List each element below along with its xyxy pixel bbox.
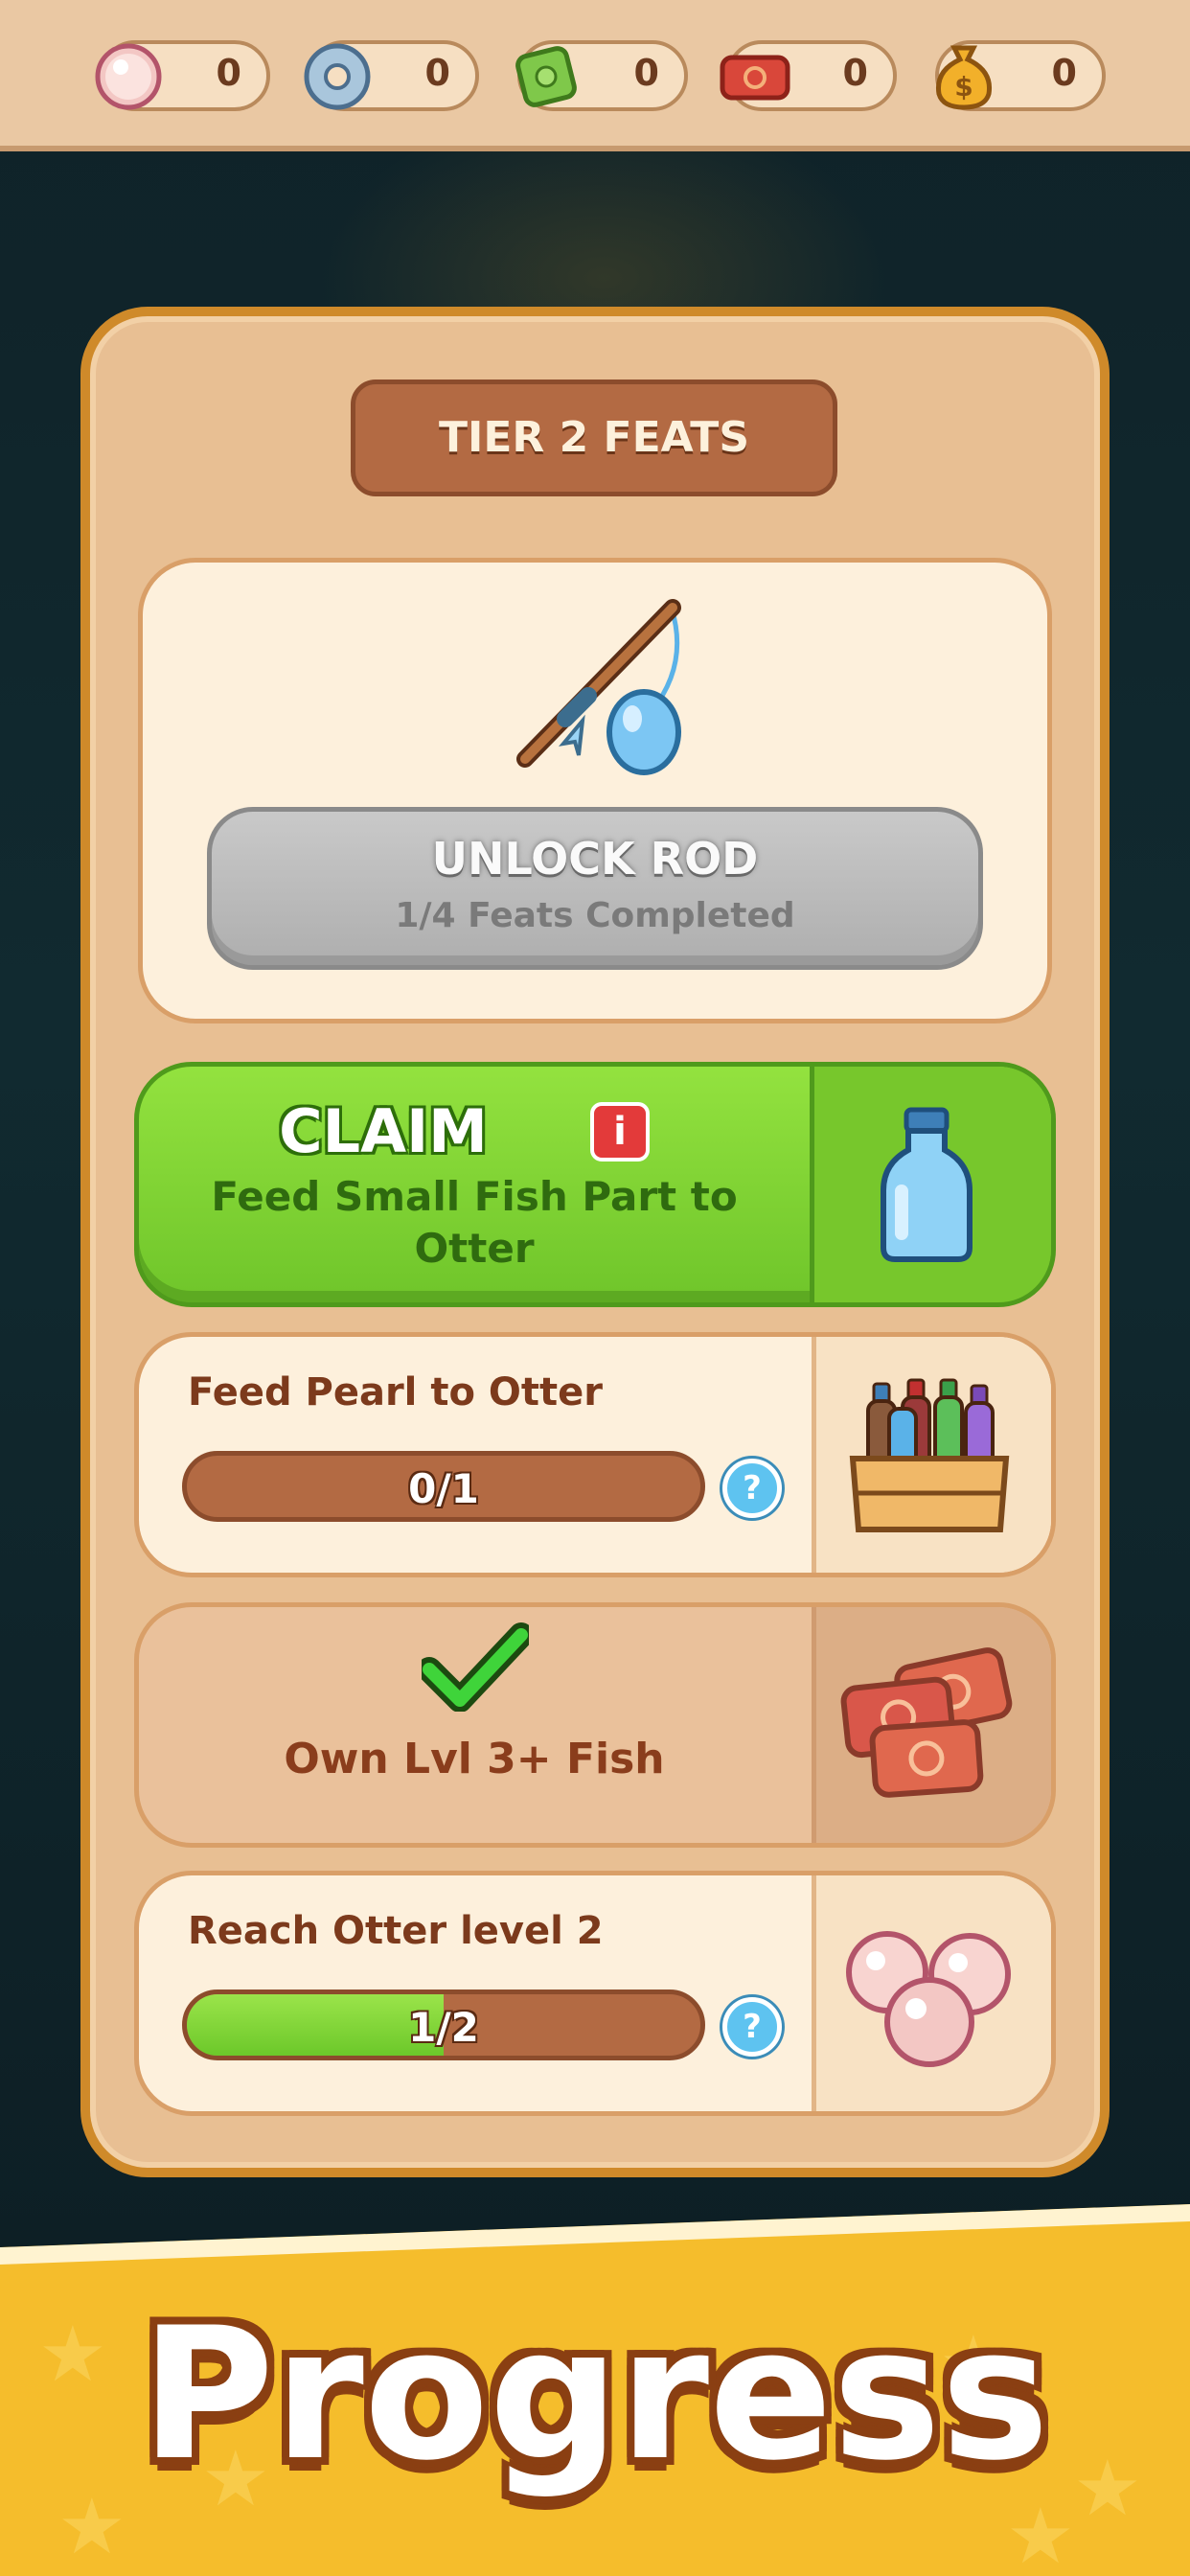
footer-title: Progress — [140, 2288, 1050, 2500]
currency-value: 0 — [216, 52, 241, 94]
checkmark-icon — [422, 1622, 529, 1712]
feat-title: Feed Pearl to Otter — [188, 1370, 603, 1414]
currency-value: 0 — [424, 52, 450, 94]
currency-bar: 0 0 0 0 $ 0 — [0, 0, 1190, 151]
water-bottle-icon — [881, 1107, 973, 1262]
currency-value: 0 — [842, 52, 868, 94]
tickets-icon — [840, 1647, 1013, 1798]
feat-title: Reach Otter level 2 — [188, 1909, 604, 1953]
ring-icon — [304, 43, 371, 110]
svg-text:$: $ — [954, 71, 973, 103]
feat-title: Own Lvl 3+ Fish — [284, 1735, 665, 1783]
pearls-icon — [846, 1931, 1011, 2067]
feats-completed-count: 1/4 Feats Completed — [395, 896, 795, 935]
green-gem-icon — [515, 46, 577, 107]
currency-value: 0 — [633, 52, 659, 94]
currency-pearl[interactable]: 0 — [95, 40, 270, 111]
bottle-crate-icon — [849, 1378, 1010, 1532]
pearl-icon — [95, 43, 162, 110]
fishing-rod-icon — [516, 599, 681, 775]
progress-label: 0/1 — [408, 1465, 479, 1512]
progress-label: 1/2 — [408, 2004, 479, 2051]
currency-value: 0 — [1051, 52, 1077, 94]
info-icon[interactable]: i — [590, 1102, 650, 1162]
unlock-rod-label: UNLOCK ROD — [431, 833, 759, 885]
claim-feat-description: Feed Small Fish Part to Otter — [211, 1173, 738, 1272]
ticket-icon — [720, 55, 790, 101]
currency-money[interactable]: $ 0 — [935, 40, 1106, 111]
currency-gem[interactable]: 0 — [515, 40, 688, 111]
unlock-rod-button[interactable]: UNLOCK ROD 1/4 Feats Completed — [207, 807, 983, 970]
claim-button-label[interactable]: CLAIM — [240, 1096, 527, 1166]
currency-ring[interactable]: 0 — [304, 40, 479, 111]
help-icon[interactable]: ? — [722, 1459, 782, 1518]
help-icon[interactable]: ? — [722, 1997, 782, 2057]
panel-title: TIER 2 FEATS — [351, 380, 837, 496]
feat-progress-bar: 1/2 — [182, 1990, 705, 2060]
divider — [810, 1067, 814, 1302]
currency-ticket[interactable]: 0 — [720, 40, 897, 111]
money-bag-icon: $ — [935, 45, 993, 110]
feat-progress-bar: 0/1 — [182, 1451, 705, 1522]
